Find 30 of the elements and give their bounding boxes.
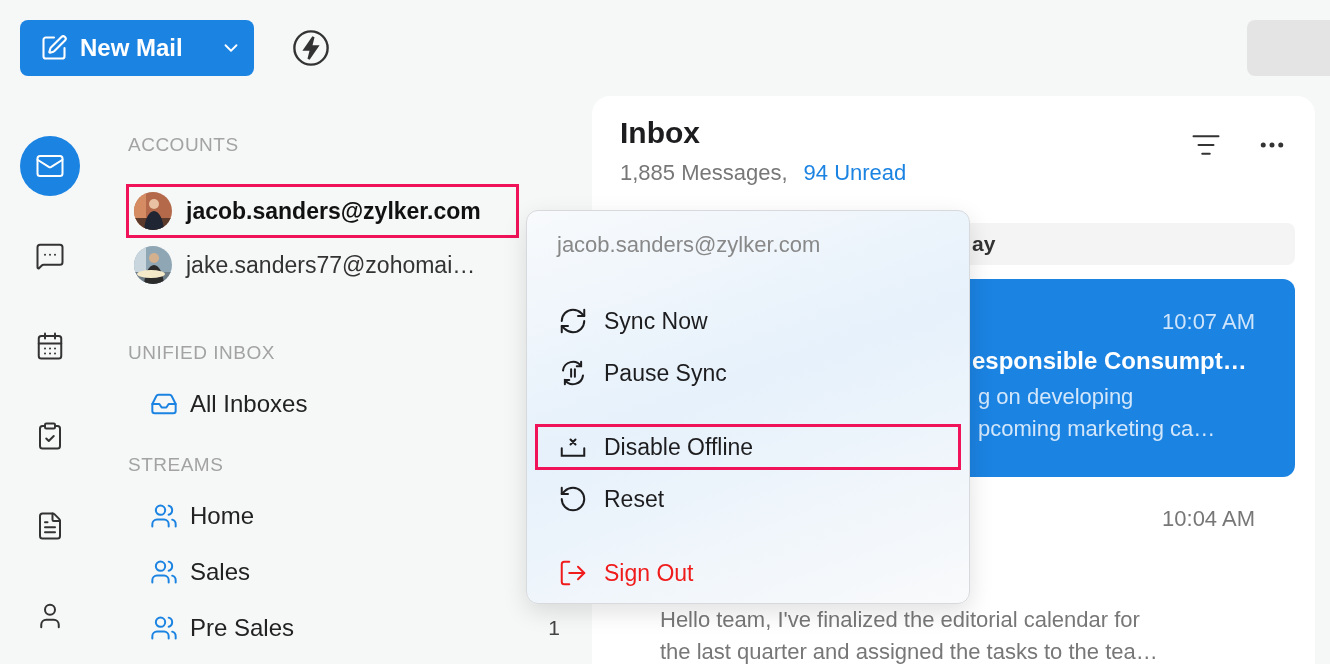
section-heading: UNIFIED INBOX xyxy=(128,342,276,364)
date-group-label: ay xyxy=(972,232,996,256)
calendar-icon xyxy=(35,331,65,361)
people-icon xyxy=(150,502,178,530)
message-preview: pcoming marketing ca… xyxy=(978,415,1216,443)
section-heading: ACCOUNTS xyxy=(128,134,240,156)
compose-icon xyxy=(40,34,68,62)
undo-icon xyxy=(558,484,588,514)
app-switcher-button[interactable] xyxy=(20,136,80,196)
message-preview: g on developing xyxy=(978,383,1134,411)
folder-title: Inbox xyxy=(620,116,701,150)
people-icon xyxy=(150,558,178,586)
people-icon xyxy=(150,614,178,642)
chat-icon xyxy=(35,241,65,271)
sync-icon xyxy=(558,306,588,336)
sign-out-icon xyxy=(558,558,588,588)
folder-item[interactable]: Pre Sales 1 xyxy=(128,600,560,656)
message-subject: esponsible Consumpt… xyxy=(972,347,1247,375)
unread-count: 1 xyxy=(548,616,560,640)
account-item[interactable]: jake.sanders77@zohomai… xyxy=(126,238,519,292)
menu-item[interactable]: Disable Offline xyxy=(535,424,961,470)
unread-count: 94 Unread xyxy=(803,160,907,186)
message-count: 1,885 Messages, xyxy=(620,160,788,186)
menu-title: jacob.sanders@zylker.com xyxy=(555,231,822,259)
section-heading: STREAMS xyxy=(128,454,225,476)
message-time: 10:07 AM xyxy=(1162,309,1255,335)
new-mail-button[interactable]: New Mail xyxy=(20,20,254,76)
menu-item[interactable]: Sync Now xyxy=(535,298,961,344)
lightning-icon[interactable] xyxy=(292,29,330,67)
account-item[interactable]: jacob.sanders@zylker.com xyxy=(126,184,519,238)
